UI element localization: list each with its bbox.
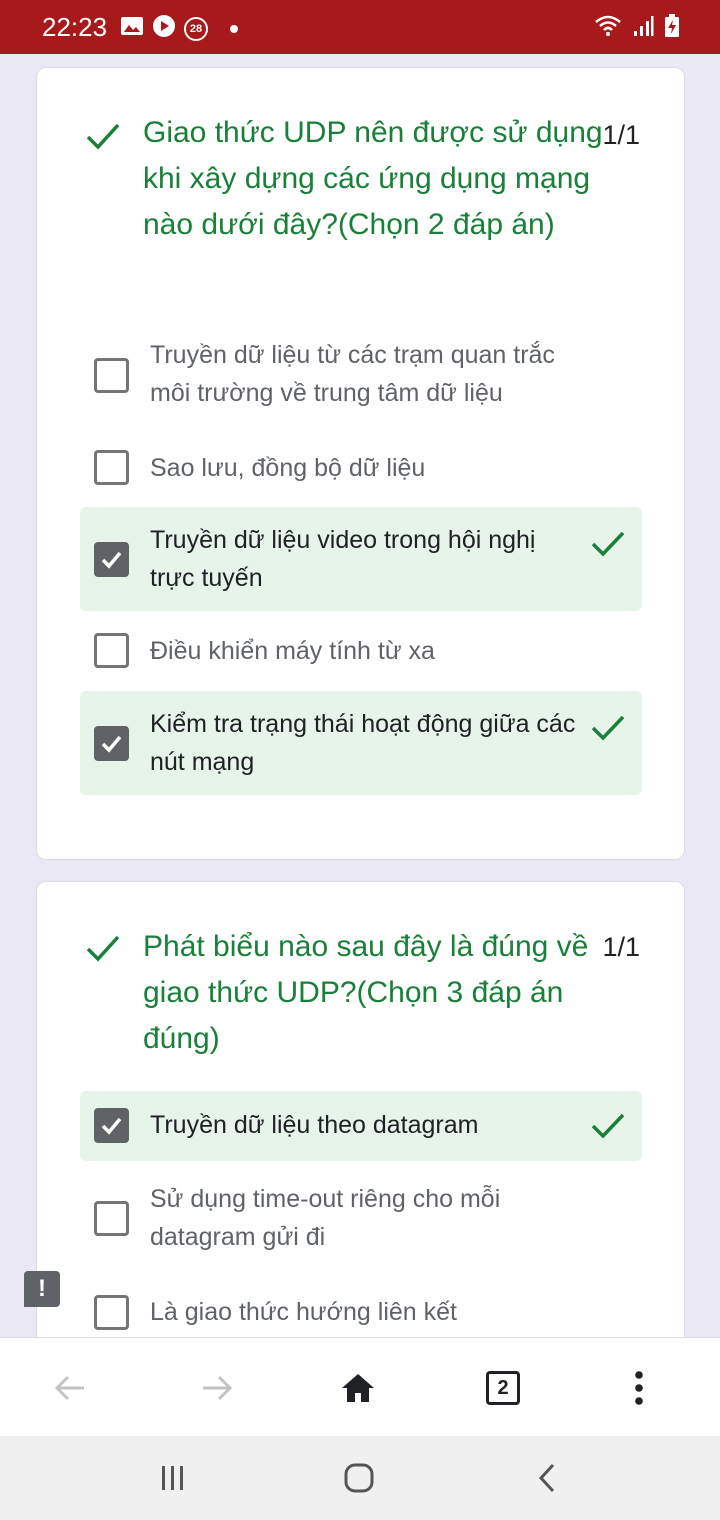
- back-arrow-icon[interactable]: [48, 1366, 92, 1410]
- play-icon: [152, 14, 176, 43]
- dot-icon: [230, 24, 238, 33]
- report-feedback-icon[interactable]: !: [24, 1271, 60, 1307]
- checkmark-icon: [101, 1117, 122, 1135]
- status-bar: 22:23 28: [0, 0, 720, 54]
- checkmark-icon: [101, 551, 122, 569]
- correct-mark-icon: [591, 715, 625, 741]
- clock: 22:23: [42, 12, 108, 42]
- option-label: Điều khiển máy tính từ xa: [150, 637, 435, 665]
- option-correct[interactable]: Truyền dữ liệu theo datagram: [80, 1091, 642, 1161]
- checkbox[interactable]: [94, 358, 129, 393]
- option-label: Kiểm tra trạng thái hoạt động giữa các n…: [150, 710, 576, 776]
- battery-charging-icon: [664, 14, 680, 43]
- option[interactable]: Là giao thức hướng liên kết: [80, 1287, 642, 1341]
- checkbox-checked[interactable]: [94, 1108, 129, 1143]
- option-label: Là giao thức hướng liên kết: [150, 1298, 457, 1326]
- tab-count: 2: [486, 1371, 520, 1405]
- option[interactable]: Điều khiển máy tính từ xa: [80, 625, 642, 679]
- recents-icon[interactable]: [148, 1458, 198, 1498]
- correct-mark-icon: [591, 531, 625, 557]
- option[interactable]: Sử dụng time-out riêng cho mỗi datagram …: [80, 1177, 642, 1259]
- option-label: Sao lưu, đồng bộ dữ liệu: [150, 454, 426, 482]
- home-icon[interactable]: [334, 1458, 384, 1498]
- option[interactable]: Truyền dữ liệu từ các trạm quan trắc môi…: [80, 334, 642, 416]
- correct-check-icon: [86, 935, 120, 962]
- browser-toolbar: 2: [0, 1337, 720, 1436]
- question-score: 1/1: [602, 120, 640, 150]
- option-label: Sử dụng time-out riêng cho mỗi datagram …: [150, 1185, 501, 1251]
- correct-mark-icon: [591, 1113, 625, 1139]
- checkbox-checked[interactable]: [94, 726, 129, 761]
- checkbox-checked[interactable]: [94, 542, 129, 577]
- question-card: Phát biểu nào sau đây là đúng về giao th…: [36, 881, 685, 1401]
- notification-icons: 28: [120, 14, 238, 43]
- option[interactable]: Sao lưu, đồng bộ dữ liệu: [80, 442, 642, 496]
- question-card: Giao thức UDP nên được sử dụng khi xây d…: [36, 67, 685, 860]
- more-vert-icon[interactable]: [617, 1366, 661, 1410]
- image-icon: [120, 15, 144, 42]
- checkbox[interactable]: [94, 633, 129, 668]
- signal-icon: [632, 15, 654, 42]
- system-icons: [594, 14, 680, 43]
- option-correct[interactable]: Truyền dữ liệu video trong hội nghị trực…: [80, 507, 642, 611]
- option-label: Truyền dữ liệu video trong hội nghị trực…: [150, 526, 536, 592]
- badge-28-icon: 28: [184, 16, 208, 41]
- back-icon[interactable]: [522, 1458, 572, 1498]
- home-icon[interactable]: [336, 1366, 380, 1410]
- forward-arrow-icon[interactable]: [195, 1366, 239, 1410]
- option-correct[interactable]: Kiểm tra trạng thái hoạt động giữa các n…: [80, 691, 642, 795]
- correct-check-icon: [86, 123, 120, 150]
- checkmark-icon: [101, 735, 122, 753]
- question-score: 1/1: [602, 932, 640, 962]
- tabs-icon[interactable]: 2: [481, 1366, 525, 1410]
- system-nav-bar: [0, 1436, 720, 1520]
- checkbox[interactable]: [94, 450, 129, 485]
- checkbox[interactable]: [94, 1295, 129, 1330]
- checkbox[interactable]: [94, 1201, 129, 1236]
- wifi-icon: [594, 14, 622, 43]
- option-label: Truyền dữ liệu theo datagram: [150, 1111, 479, 1139]
- question-text: Phát biểu nào sau đây là đúng về giao th…: [143, 930, 589, 1055]
- option-label: Truyền dữ liệu từ các trạm quan trắc môi…: [150, 341, 555, 407]
- question-text: Giao thức UDP nên được sử dụng khi xây d…: [143, 116, 603, 241]
